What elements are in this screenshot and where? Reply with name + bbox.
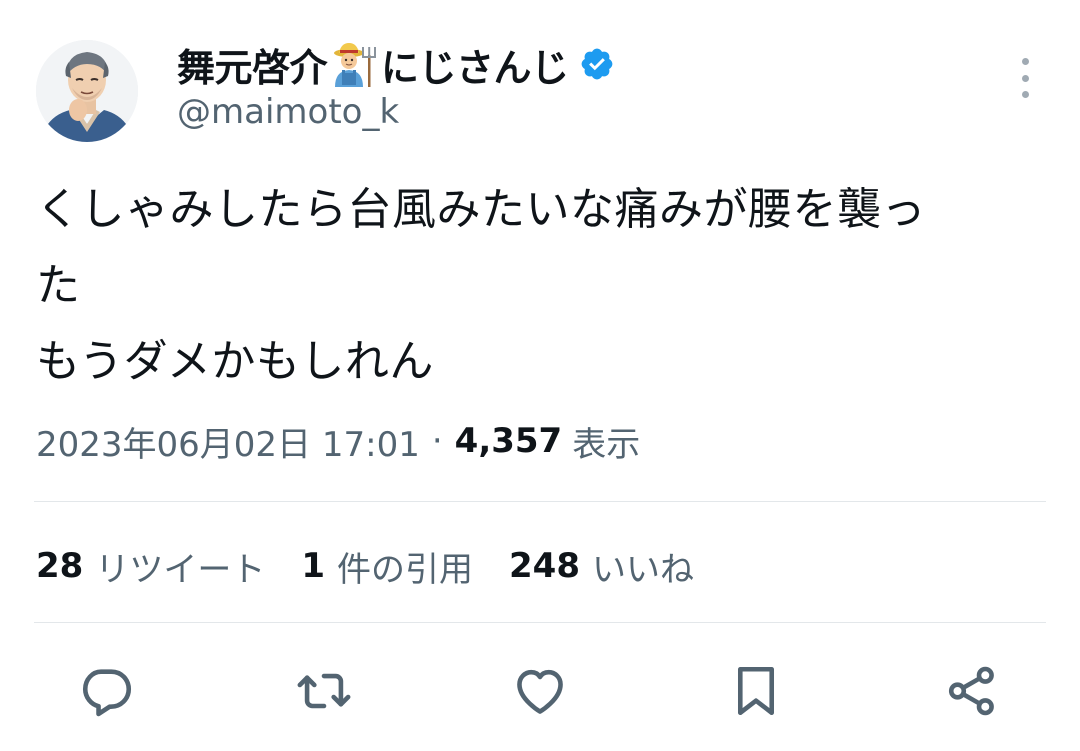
- verified-badge-icon: [579, 46, 615, 82]
- tweet-text: くしゃみしたら台風みたいな痛みが腰を襲っ た もうダメかもしれん: [36, 172, 1046, 400]
- author-handle[interactable]: @maimoto_k: [177, 92, 399, 132]
- more-dot-icon: [1021, 74, 1029, 82]
- views-label: 表示: [572, 424, 641, 465]
- author-name-row[interactable]: 舞元啓介 にじさんじ: [177, 38, 615, 90]
- tweet-stats: 28 リツイート 1 件の引用 248 いいね: [36, 540, 730, 592]
- tweet-text-line: た: [36, 260, 81, 311]
- avatar-image: [36, 40, 138, 142]
- divider: [34, 622, 1046, 623]
- quotes-stat[interactable]: 1 件の引用: [301, 542, 473, 591]
- views-count: 4,357: [454, 421, 563, 461]
- divider: [34, 501, 1046, 502]
- retweets-stat[interactable]: 28 リツイート: [36, 542, 265, 591]
- like-button[interactable]: [508, 655, 572, 727]
- tweet-timestamp[interactable]: 2023年06月02日 17:01: [36, 417, 420, 466]
- share-icon: [948, 666, 994, 716]
- quotes-label: 件の引用: [337, 549, 473, 590]
- tweet-text-line: くしゃみしたら台風みたいな痛みが腰を襲っ: [36, 184, 926, 235]
- reply-button[interactable]: [75, 655, 139, 727]
- quotes-count: 1: [301, 546, 325, 586]
- more-dot-icon: [1021, 58, 1029, 65]
- retweets-count: 28: [36, 546, 84, 586]
- retweet-icon: [297, 673, 351, 709]
- heart-icon: [517, 669, 563, 714]
- likes-label: いいね: [591, 549, 694, 590]
- more-options-button[interactable]: [1008, 56, 1042, 100]
- likes-count: 248: [509, 546, 580, 586]
- retweets-label: リツイート: [95, 549, 266, 590]
- share-button[interactable]: [940, 655, 1004, 727]
- display-name[interactable]: 舞元啓介: [177, 37, 328, 92]
- avatar[interactable]: [36, 40, 138, 142]
- tweet-text-line: もうダメかもしれん: [36, 336, 434, 387]
- tweet-actions: [0, 655, 1080, 727]
- tweet-meta: 2023年06月02日 17:01 · 4,357 表示: [36, 415, 640, 467]
- reply-icon: [82, 669, 132, 717]
- bookmark-icon: [737, 666, 775, 716]
- bookmark-button[interactable]: [724, 655, 788, 727]
- farmer-emoji-icon: [329, 39, 379, 89]
- display-name-suffix[interactable]: にじさんじ: [381, 37, 569, 92]
- retweet-button[interactable]: [292, 655, 356, 727]
- likes-stat[interactable]: 248 いいね: [509, 542, 694, 591]
- more-dot-icon: [1021, 91, 1029, 98]
- tweet-card: 舞元啓介 にじさんじ @maimoto_k くしゃみしたら台風みたいな痛みが腰を…: [0, 0, 1080, 751]
- meta-separator: ·: [431, 421, 443, 461]
